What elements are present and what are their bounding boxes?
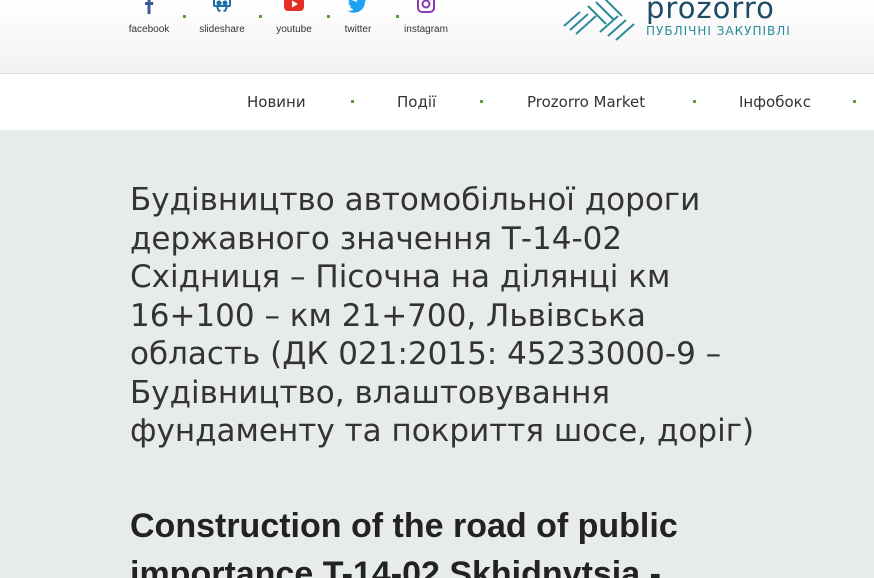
- article-content: Будівництво автомобільної дороги державн…: [0, 130, 874, 578]
- social-link-instagram[interactable]: instagram: [381, 0, 471, 40]
- nav-item-infobox[interactable]: Інфобокс: [739, 93, 811, 111]
- separator-dot: [480, 100, 483, 103]
- article-title-ukrainian: Будівництво автомобільної дороги державн…: [130, 182, 755, 449]
- youtube-icon: [284, 0, 304, 11]
- nav-item-news[interactable]: Новини: [247, 93, 306, 111]
- separator-dot: [693, 100, 696, 103]
- facebook-icon: [145, 0, 154, 14]
- prozorro-logo[interactable]: prozorro ПУБЛІЧНІ ЗАКУПІВЛІ: [560, 0, 800, 44]
- separator-dot: [351, 100, 354, 103]
- slideshare-icon: [213, 0, 231, 12]
- separator-dot: [853, 100, 856, 103]
- nav-item-events[interactable]: Події: [397, 93, 436, 111]
- prozorro-logo-icon: [563, 0, 635, 41]
- twitter-icon: [348, 0, 367, 13]
- instagram-icon: [417, 0, 435, 13]
- top-bar: facebook slideshare youtube twitter inst…: [0, 0, 874, 74]
- logo-tagline: ПУБЛІЧНІ ЗАКУПІВЛІ: [646, 24, 791, 38]
- main-nav: Новини Події Prozorro Market Інфобокс: [0, 74, 874, 130]
- logo-wordmark: prozorro: [646, 0, 775, 25]
- nav-item-prozorro-market[interactable]: Prozorro Market: [527, 93, 645, 111]
- social-label: instagram: [404, 24, 448, 35]
- article-title-english: Construction of the road of public impor…: [130, 507, 678, 578]
